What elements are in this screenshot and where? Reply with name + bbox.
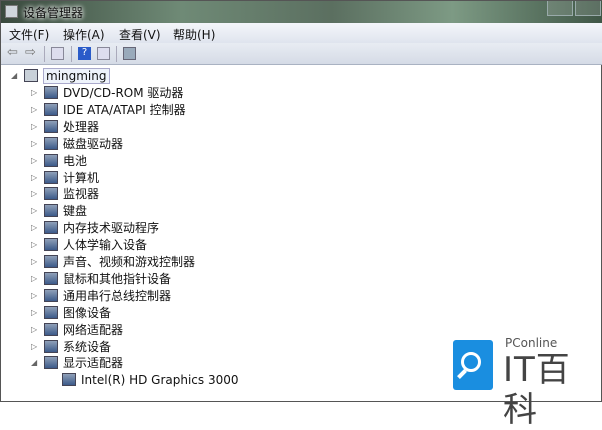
tree-item[interactable]: ▷ 系统设备 [31,338,111,355]
expand-icon[interactable]: ▷ [31,122,41,131]
expand-icon[interactable]: ▷ [31,257,41,266]
root-label: mingming [43,67,110,84]
minimize-button[interactable] [547,1,573,16]
device-category-icon [44,322,58,336]
device-category-icon [44,136,58,150]
device-manager-icon [5,5,18,18]
expand-icon[interactable]: ▷ [31,342,41,351]
window-title: 设备管理器 [23,6,84,20]
watermark-name: IT百科 [503,350,571,430]
tree-item[interactable]: ▷ 人体学输入设备 [31,236,147,253]
tree-item-label: 处理器 [63,119,100,134]
tree-item-label: 声音、视频和游戏控制器 [63,255,196,269]
tree-item[interactable]: ▷ 声音、视频和游戏控制器 [31,253,195,270]
device-category-icon [44,339,58,353]
expand-icon[interactable]: ▷ [31,308,41,317]
computer-icon [24,69,38,82]
tree-item-label: 监视器 [63,187,100,202]
tree-item[interactable]: ◢ 显示适配器 [31,354,123,371]
device-category-icon [44,187,58,201]
tree-item-label: 显示适配器 [63,356,124,371]
tree-item-label: 通用串行总线控制器 [63,288,172,303]
tree-item[interactable]: ▷ 通用串行总线控制器 [31,287,171,304]
forward-icon[interactable]: ⇨ [25,45,38,60]
back-icon[interactable]: ⇦ [7,45,20,60]
expand-icon[interactable]: ▷ [31,156,41,165]
expand-icon[interactable]: ▷ [31,274,41,283]
tree-item[interactable]: ▷ 键盘 [31,202,87,219]
device-category-icon [44,204,58,218]
scan-hardware-icon[interactable] [123,47,136,60]
device-category-icon [44,153,58,167]
tree-item[interactable]: ▷ 处理器 [31,118,99,135]
help-icon[interactable]: ? [78,47,91,60]
device-category-icon [44,119,58,133]
tree-item-label: IDE ATA/ATAPI 控制器 [63,102,186,117]
collapse-icon[interactable]: ◢ [11,71,21,80]
properties-icon[interactable] [51,47,64,60]
tree-item[interactable]: ▷ 网络适配器 [31,321,123,338]
tree-item-label: DVD/CD-ROM 驱动器 [63,86,184,100]
tree-item[interactable]: ▷ IDE ATA/ATAPI 控制器 [31,101,186,118]
device-category-icon [44,221,58,235]
menu-bar: 文件(F) 操作(A) 查看(V) 帮助(H) [1,23,602,43]
device-category-icon [44,356,58,370]
device-category-icon [44,305,58,319]
tree-item-label: 计算机 [63,170,100,185]
expand-icon[interactable]: ▷ [31,240,41,249]
tree-item-label: 系统设备 [63,339,112,354]
device-category-icon [44,255,58,268]
device-category-icon [44,170,58,184]
tree-item-label: 网络适配器 [63,322,124,337]
tree-root[interactable]: ◢ mingming [11,67,110,84]
watermark-logo: PConline IT百科 [453,336,602,430]
tree-item-label: 内存技术驱动程序 [63,221,160,236]
tree-item[interactable]: ▷ DVD/CD-ROM 驱动器 [31,84,183,101]
device-category-icon [44,288,58,302]
tree-item-label: 键盘 [63,204,88,219]
device-category-icon [44,102,58,116]
expand-icon[interactable]: ▷ [31,325,41,334]
tree-item[interactable]: ▷ 电池 [31,152,87,169]
tree-item-label: Intel(R) HD Graphics 3000 [81,372,239,387]
tree-item[interactable]: ▷ 鼠标和其他指针设备 [31,270,171,287]
collapse-icon[interactable]: ◢ [31,358,41,367]
toolbar: ⇦ ⇨ ? [1,43,602,65]
menu-action[interactable]: 操作(A) [63,26,105,43]
menu-file[interactable]: 文件(F) [9,26,49,43]
view-icon[interactable] [97,47,110,60]
device-category-icon [44,86,58,99]
menu-help[interactable]: 帮助(H) [173,26,215,43]
menu-view[interactable]: 查看(V) [119,26,161,43]
tree-item-label: 磁盘驱动器 [63,136,124,151]
maximize-button[interactable] [575,1,601,16]
tree-item[interactable]: ▷ 监视器 [31,185,99,202]
tree-item[interactable]: ▷ 内存技术驱动程序 [31,219,159,236]
watermark-brand: PConline [505,336,558,350]
tree-item-label: 人体学输入设备 [63,238,148,253]
expand-icon[interactable]: ▷ [31,223,41,232]
expand-icon[interactable]: ▷ [31,291,41,300]
tree-item-label: 图像设备 [63,305,112,320]
expand-icon[interactable]: ▷ [31,206,41,215]
display-adapter-icon [62,373,76,387]
tree-item-display-adapter[interactable]: Intel(R) HD Graphics 3000 [59,371,239,388]
expand-icon[interactable]: ▷ [31,173,41,182]
tree-item-label: 电池 [63,153,88,168]
tree-item[interactable]: ▷ 计算机 [31,169,99,186]
title-bar: 设备管理器 [1,1,602,23]
tree-item-label: 鼠标和其他指针设备 [63,271,172,286]
tree-item[interactable]: ▷ 磁盘驱动器 [31,135,123,152]
expand-icon[interactable]: ▷ [31,88,41,97]
expand-icon[interactable]: ▷ [31,105,41,114]
expand-icon[interactable]: ▷ [31,189,41,198]
device-category-icon [44,271,58,285]
tree-item[interactable]: ▷ 图像设备 [31,304,111,321]
expand-icon[interactable]: ▷ [31,139,41,148]
device-category-icon [44,238,58,252]
